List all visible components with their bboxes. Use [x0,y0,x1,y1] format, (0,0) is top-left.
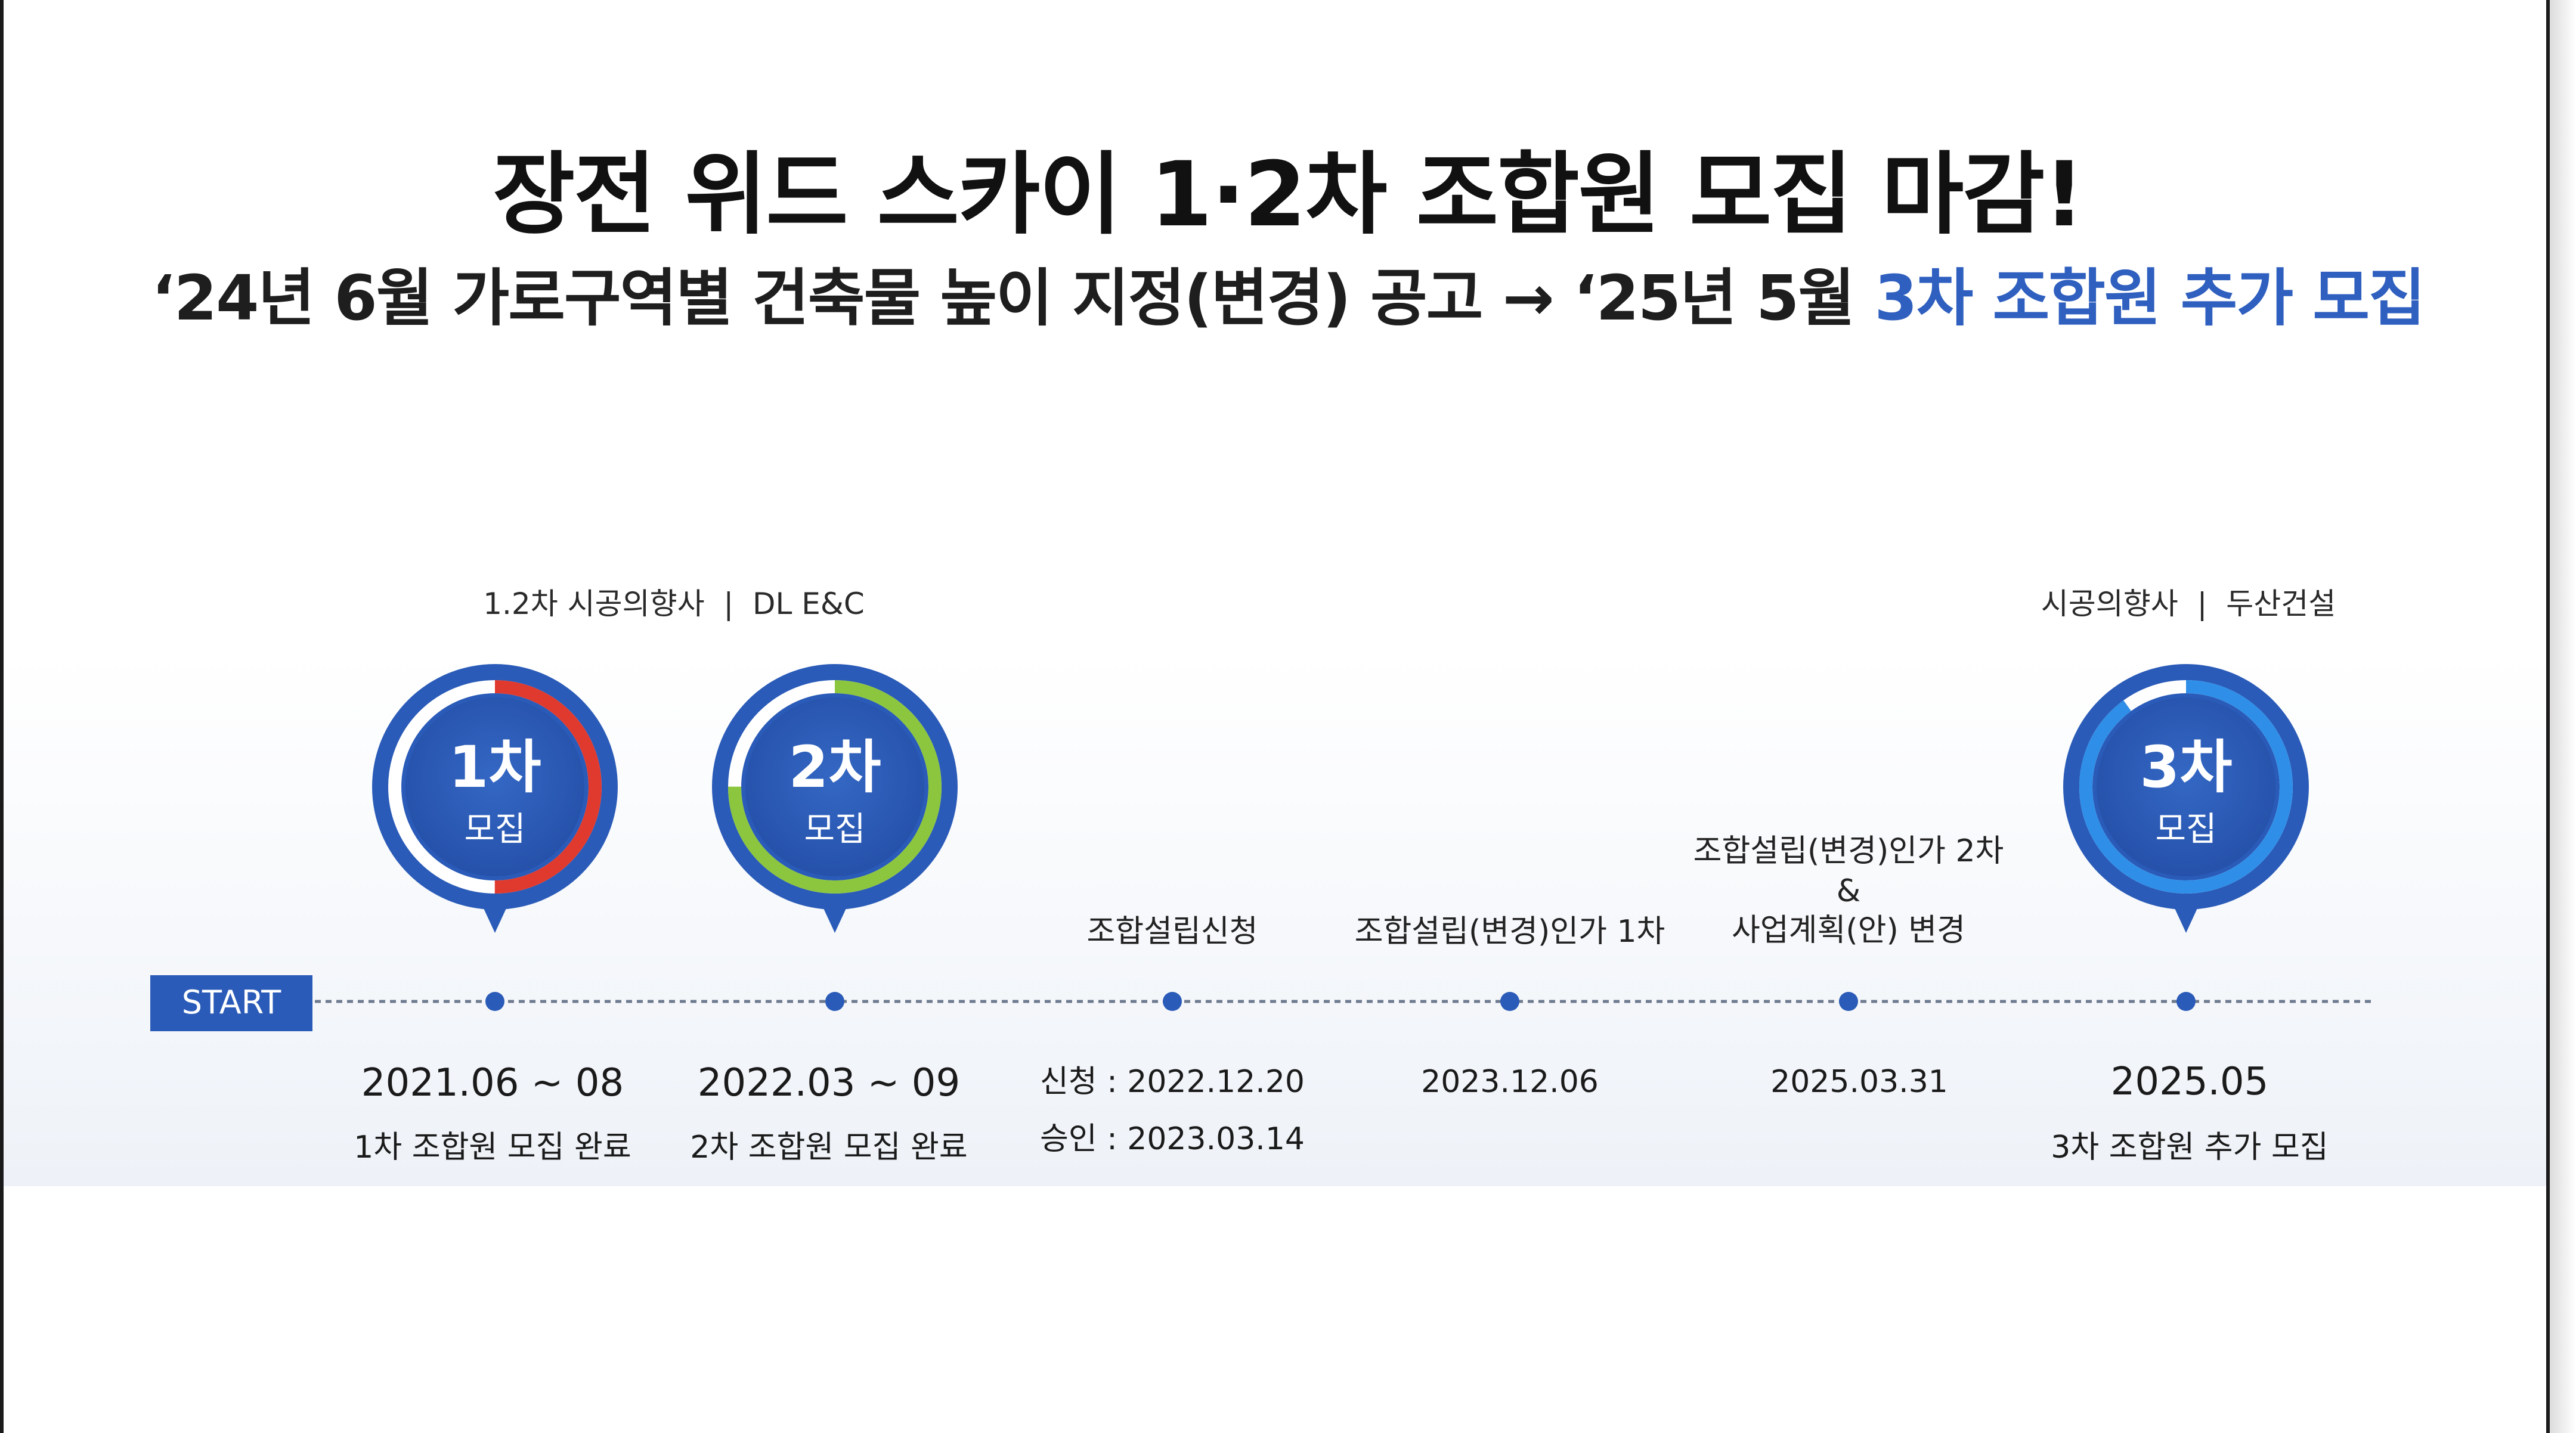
timeline: 1.2차 시공의향사 | DL E&C 시공의향사 | 두산건설 1차 모집 2… [150,587,2373,1165]
milestone-dot-2 [825,992,844,1011]
milestone-2-desc: 2차 조합원 모집 완료 [690,1130,967,1165]
event-union-application: 조합설립신청 [1086,914,1258,950]
milestone-4-date: 2023.12.06 [1421,1064,1599,1100]
start-label: START [182,984,282,1021]
milestone-dot-6 [2176,992,2196,1011]
milestone-6-date: 2025.05 [2111,1060,2269,1104]
badge-3-bottom-text: 모집 [2155,810,2216,849]
badge-1-top-text: 1차 [448,734,541,801]
milestone-dot-4 [1500,992,1519,1011]
badge-1-bottom-text: 모집 [464,810,525,849]
milestone-2-date: 2022.03 ~ 09 [698,1061,960,1105]
milestone-dot-1 [485,992,504,1011]
milestone-3-approval-date: 승인 : 2023.03.14 [1040,1121,1305,1157]
event-union-change-2-line1: 조합설립(변경)인가 2차 [1693,833,2004,869]
event-union-change-1: 조합설립(변경)인가 1차 [1355,914,1665,950]
event-union-change-2-amp: & [1837,873,1861,909]
builder-label-second: 시공의향사 | 두산건설 [2041,587,2336,621]
milestone-5-date: 2025.03.31 [1770,1064,1948,1100]
builder-label-first: 1.2차 시공의향사 | DL E&C [483,587,865,621]
badge-3-pointer [2168,894,2204,933]
milestone-dot-5 [1839,992,1858,1011]
badge-1-pointer [477,894,513,933]
badge-3-top-text: 3차 [2140,734,2232,801]
badge-round-1: 1차 모집 [372,664,618,933]
milestone-6-desc: 3차 조합원 추가 모집 [2051,1130,2328,1165]
milestone-1-date: 2021.06 ~ 08 [361,1061,624,1105]
badge-2-bottom-text: 모집 [804,810,865,849]
badge-2-pointer [817,894,853,933]
badge-round-2: 2차 모집 [712,664,958,933]
milestone-dot-3 [1163,992,1182,1011]
badge-round-3: 3차 모집 [2063,664,2309,933]
badge-2-top-text: 2차 [788,734,881,801]
event-union-change-2-line2: 사업계획(안) 변경 [1732,913,1965,948]
milestone-1-desc: 1차 조합원 모집 완료 [354,1130,631,1165]
milestone-3-application-date: 신청 : 2022.12.20 [1040,1064,1305,1100]
